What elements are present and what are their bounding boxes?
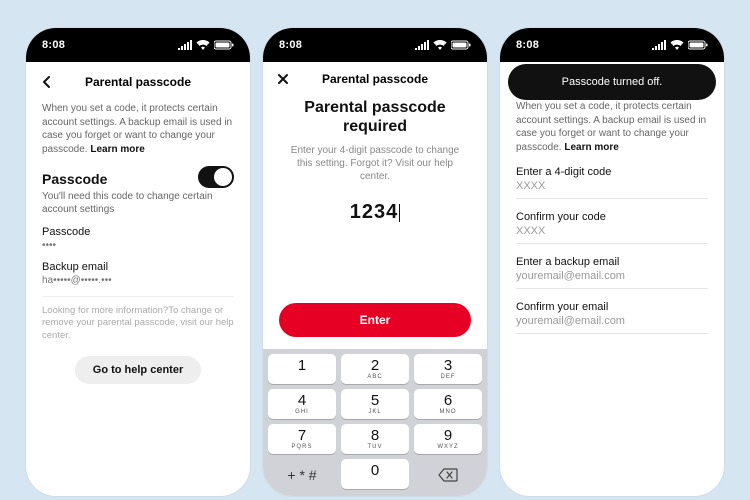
- passcode-section-sub: You'll need this code to change certain …: [42, 190, 234, 216]
- passcode-value: ••••: [42, 240, 234, 251]
- code-input[interactable]: 1234: [350, 201, 401, 224]
- signal-icon: [178, 40, 192, 50]
- learn-more-link[interactable]: Learn more: [90, 144, 144, 155]
- help-center-button[interactable]: Go to help center: [75, 356, 201, 384]
- navbar: Parental passcode: [26, 62, 250, 102]
- content: When you set a code, it protects certain…: [500, 62, 724, 496]
- content: When you set a code, it protects certain…: [26, 102, 250, 496]
- passcode-label: Passcode: [42, 226, 234, 238]
- battery-icon: [451, 40, 471, 50]
- battery-icon: [688, 40, 708, 50]
- enter-code-label: Enter a 4-digit code: [516, 166, 708, 178]
- signal-icon: [652, 40, 666, 50]
- passcode-toggle[interactable]: [198, 166, 234, 188]
- wifi-icon: [433, 40, 447, 50]
- key-5[interactable]: 5JKL: [341, 389, 409, 419]
- phone-settings-main: 8:08 Parental passcode When you set a co…: [26, 28, 250, 496]
- wifi-icon: [670, 40, 684, 50]
- back-button[interactable]: [40, 75, 54, 89]
- key-8[interactable]: 8TUV: [341, 424, 409, 454]
- enter-code-input[interactable]: XXXX: [516, 180, 708, 192]
- dialog-description: Enter your 4-digit passcode to change th…: [263, 144, 487, 183]
- status-bar: 8:08: [263, 28, 487, 62]
- status-time: 8:08: [516, 39, 539, 51]
- wifi-icon: [196, 40, 210, 50]
- key-4[interactable]: 4GHI: [268, 389, 336, 419]
- navbar-title: Parental passcode: [85, 75, 191, 89]
- enter-email-label: Enter a backup email: [516, 256, 708, 268]
- key-2[interactable]: 2ABC: [341, 354, 409, 384]
- confirm-email-input[interactable]: youremail@email.com: [516, 315, 708, 327]
- key-1[interactable]: 1: [268, 354, 336, 384]
- key-7[interactable]: 7PQRS: [268, 424, 336, 454]
- description: When you set a code, it protects certain…: [42, 102, 234, 156]
- key-6[interactable]: 6MNO: [414, 389, 482, 419]
- phone-passcode-setup: 8:08 Passcode turned off. When you set a…: [500, 28, 724, 496]
- status-time: 8:08: [279, 39, 302, 51]
- signal-icon: [415, 40, 429, 50]
- status-bar: 8:08: [26, 28, 250, 62]
- learn-more-link[interactable]: Learn more: [564, 142, 618, 153]
- navbar: Parental passcode: [263, 62, 487, 96]
- key-symbols[interactable]: + * #: [268, 459, 336, 489]
- backup-email-label: Backup email: [42, 261, 234, 273]
- key-backspace[interactable]: [414, 459, 482, 489]
- passcode-section-title: Passcode: [42, 171, 107, 187]
- status-bar: 8:08: [500, 28, 724, 62]
- enter-email-input[interactable]: youremail@email.com: [516, 270, 708, 282]
- dialog-title: Parental passcode required: [263, 96, 487, 144]
- confirm-code-label: Confirm your code: [516, 211, 708, 223]
- status-time: 8:08: [42, 39, 65, 51]
- key-0[interactable]: 0: [341, 459, 409, 489]
- confirm-code-input[interactable]: XXXX: [516, 225, 708, 237]
- close-button[interactable]: [277, 73, 289, 85]
- toast-notification: Passcode turned off.: [508, 64, 716, 100]
- confirm-email-label: Confirm your email: [516, 301, 708, 313]
- battery-icon: [214, 40, 234, 50]
- key-9[interactable]: 9WXYZ: [414, 424, 482, 454]
- backup-email-value: ha•••••@•••••.•••: [42, 275, 234, 286]
- navbar-title: Parental passcode: [322, 72, 428, 86]
- phone-passcode-entry: 8:08 Parental passcode Parental passcode…: [263, 28, 487, 496]
- numeric-keypad: 1 2ABC 3DEF 4GHI 5JKL 6MNO 7PQRS 8TUV 9W…: [263, 349, 487, 496]
- help-text: Looking for more information?To change o…: [42, 305, 234, 342]
- key-3[interactable]: 3DEF: [414, 354, 482, 384]
- enter-button[interactable]: Enter: [279, 303, 471, 337]
- description: When you set a code, it protects certain…: [516, 100, 708, 154]
